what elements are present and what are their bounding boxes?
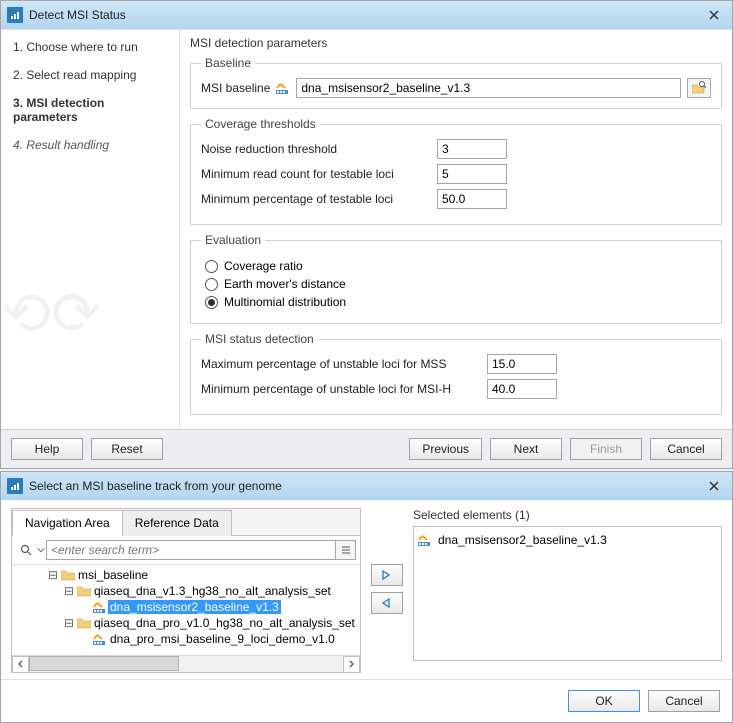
folder-icon (60, 568, 76, 582)
min-pct-input[interactable] (437, 189, 507, 209)
step-result-handling: 4. Result handling (13, 138, 167, 152)
noise-label: Noise reduction threshold (201, 142, 431, 156)
msi-track-icon (92, 632, 108, 646)
horizontal-scrollbar[interactable] (12, 655, 360, 672)
step-choose-where: 1. Choose where to run (13, 40, 167, 54)
tree-item-msisensor2-baseline[interactable]: dna_msisensor2_baseline_v1.3 (14, 599, 360, 615)
detection-group: MSI status detection Maximum percentage … (190, 332, 722, 415)
radio-label: Coverage ratio (224, 259, 303, 273)
baseline-label: MSI baseline (201, 81, 270, 95)
scroll-right-icon[interactable] (343, 656, 360, 673)
search-dropdown-icon[interactable] (36, 545, 46, 555)
window-title: Detect MSI Status (29, 8, 702, 22)
radio-icon (205, 296, 218, 309)
baseline-group: Baseline MSI baseline (190, 56, 722, 109)
tree-folder-msi-baseline[interactable]: ⊟ msi_baseline (14, 567, 360, 583)
min-read-input[interactable] (437, 164, 507, 184)
noise-input[interactable] (437, 139, 507, 159)
tree-item-dna-pro-baseline[interactable]: dna_pro_msi_baseline_9_loci_demo_v1.0 (14, 631, 360, 647)
radio-icon (205, 278, 218, 291)
radio-label: Multinomial distribution (224, 295, 346, 309)
detect-msi-window: Detect MSI Status 1. Choose where to run… (0, 0, 733, 469)
cancel-button[interactable]: Cancel (650, 438, 722, 460)
folder-icon (76, 616, 92, 630)
selected-item-label: dna_msisensor2_baseline_v1.3 (438, 533, 607, 547)
search-input[interactable] (46, 540, 336, 560)
detection-legend: MSI status detection (201, 332, 318, 346)
browse-baseline-button[interactable] (687, 78, 711, 98)
panel-title: MSI detection parameters (190, 36, 722, 50)
msi-track-icon (276, 81, 290, 95)
evaluation-legend: Evaluation (201, 233, 265, 247)
move-buttons (371, 564, 403, 614)
tree-folder-qiaseq-pro[interactable]: ⊟ qiaseq_dna_pro_v1.0_hg38_no_alt_analys… (14, 615, 360, 631)
dialog-button-bar: OK Cancel (1, 679, 732, 722)
baseline-legend: Baseline (201, 56, 255, 70)
main-panel: MSI detection parameters Baseline MSI ba… (179, 30, 732, 429)
app-icon (7, 478, 23, 494)
evaluation-group: Evaluation Coverage ratio Earth mover's … (190, 233, 722, 324)
titlebar[interactable]: Detect MSI Status (1, 1, 732, 29)
titlebar[interactable]: Select an MSI baseline track from your g… (1, 472, 732, 500)
coverage-group: Coverage thresholds Noise reduction thre… (190, 117, 722, 225)
msi-track-icon (418, 533, 432, 547)
min-msih-label: Minimum percentage of unstable loci for … (201, 382, 481, 396)
max-mss-label: Maximum percentage of unstable loci for … (201, 357, 481, 371)
tab-navigation-area[interactable]: Navigation Area (12, 510, 123, 536)
search-icon (16, 544, 36, 556)
selected-list[interactable]: dna_msisensor2_baseline_v1.3 (413, 526, 722, 661)
selected-item[interactable]: dna_msisensor2_baseline_v1.3 (418, 531, 717, 549)
scroll-track[interactable] (29, 656, 343, 673)
previous-button[interactable]: Previous (409, 438, 482, 460)
radio-earth-mover[interactable]: Earth mover's distance (205, 277, 711, 291)
wizard-steps: 1. Choose where to run 2. Select read ma… (1, 30, 179, 429)
window-title: Select an MSI baseline track from your g… (29, 479, 702, 493)
reset-button[interactable]: Reset (91, 438, 163, 460)
close-icon[interactable] (702, 3, 726, 27)
cancel-button[interactable]: Cancel (648, 690, 720, 712)
scroll-thumb[interactable] (29, 656, 179, 671)
next-button[interactable]: Next (490, 438, 562, 460)
radio-icon (205, 260, 218, 273)
baseline-input[interactable] (296, 78, 681, 98)
ok-button[interactable]: OK (568, 690, 640, 712)
close-icon[interactable] (702, 474, 726, 498)
tree-view[interactable]: ⊟ msi_baseline ⊟ qiaseq_dna_v1.3_hg38_no… (12, 565, 360, 655)
min-pct-label: Minimum percentage of testable loci (201, 192, 431, 206)
help-button[interactable]: Help (11, 438, 83, 460)
remove-button[interactable] (371, 592, 403, 614)
button-bar: Help Reset Previous Next Finish Cancel (1, 429, 732, 468)
selected-title: Selected elements (1) (413, 508, 722, 522)
step-select-mapping: 2. Select read mapping (13, 68, 167, 82)
tab-reference-data[interactable]: Reference Data (122, 510, 232, 536)
coverage-legend: Coverage thresholds (201, 117, 320, 131)
navigation-panel: Navigation Area Reference Data ⊟ msi_bas… (11, 508, 361, 673)
search-options-button[interactable] (336, 540, 356, 560)
max-mss-input[interactable] (487, 354, 557, 374)
add-button[interactable] (371, 564, 403, 586)
watermark: ⟲⟳ (1, 279, 179, 429)
tree-folder-qiaseq-v13[interactable]: ⊟ qiaseq_dna_v1.3_hg38_no_alt_analysis_s… (14, 583, 360, 599)
radio-label: Earth mover's distance (224, 277, 346, 291)
min-msih-input[interactable] (487, 379, 557, 399)
select-baseline-window: Select an MSI baseline track from your g… (0, 471, 733, 723)
step-msi-params: 3. MSI detection parameters (13, 96, 167, 124)
radio-coverage-ratio[interactable]: Coverage ratio (205, 259, 711, 273)
selected-panel: Selected elements (1) dna_msisensor2_bas… (413, 508, 722, 661)
msi-track-icon (92, 600, 108, 614)
folder-icon (76, 584, 92, 598)
app-icon (7, 7, 23, 23)
finish-button: Finish (570, 438, 642, 460)
scroll-left-icon[interactable] (12, 656, 29, 673)
min-read-label: Minimum read count for testable loci (201, 167, 431, 181)
radio-multinomial[interactable]: Multinomial distribution (205, 295, 711, 309)
